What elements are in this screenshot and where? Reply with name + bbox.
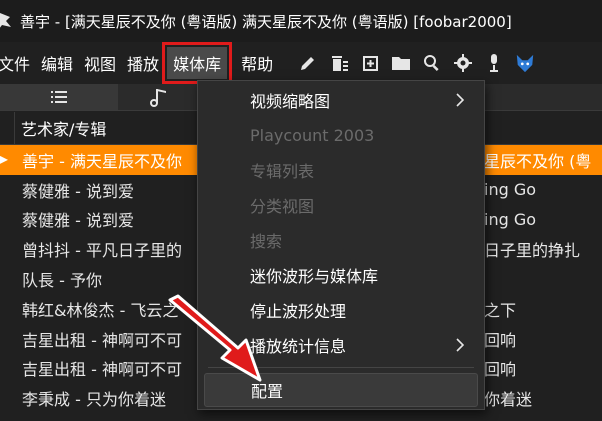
menu-playback[interactable]: 播放 [127, 51, 159, 75]
menu-item-video-thumbnails[interactable]: 视频缩略图 [198, 83, 484, 117]
menu-bar: 文件 编辑 视图 播放 媒体库 帮助 [0, 42, 602, 84]
column-divider [14, 112, 15, 144]
menu-item-play-statistics[interactable]: 播放统计信息 [198, 328, 484, 362]
title-bar: 善宇 - [满天星辰不及你 (粤语版) 满天星辰不及你 (粤语版) [fooba… [0, 0, 602, 42]
row-artist-title: 吉星出租 - 神啊可不可 [22, 330, 182, 350]
menu-item-mini-waveform[interactable]: 迷你波形与媒体库 [198, 258, 484, 292]
now-playing-marker-icon [0, 155, 8, 164]
foobar-app-icon[interactable] [0, 11, 14, 31]
library-dropdown-menu: 视频缩略图 Playcount 2003 专辑列表 分类视图 搜索 迷你波形与媒… [197, 80, 485, 410]
music-note-icon [150, 89, 166, 107]
menu-help[interactable]: 帮助 [241, 51, 273, 75]
row-album: 你着迷 [484, 390, 533, 410]
menu-separator [208, 367, 474, 368]
list-icon [51, 91, 67, 103]
row-album: 回响 [484, 360, 517, 380]
tab-list-view[interactable] [0, 84, 118, 110]
menu-item-album-list: 专辑列表 [250, 162, 315, 181]
row-artist-title: 吉星出租 - 神啊可不可 [22, 360, 182, 380]
row-artist-title: 蔡健雅 - 说到爱 [22, 181, 134, 201]
row-artist-title: 善宇 - 满天星辰不及你 [22, 151, 182, 171]
row-album: ing Go [484, 209, 537, 229]
row-artist-title: 曾抖抖 - 平凡日子里的 [22, 241, 182, 261]
menu-file[interactable]: 文件 [0, 51, 30, 75]
menu-item-search: 搜索 [250, 232, 283, 251]
tab-music-view[interactable] [120, 84, 200, 110]
microphone-icon[interactable] [484, 53, 504, 73]
folder-icon[interactable] [391, 53, 411, 73]
row-artist-title: 李秉成 - 只为你着迷 [22, 390, 166, 410]
menu-edit[interactable]: 编辑 [41, 51, 73, 75]
row-artist-title: 韩红&林俊杰 - 飞云之 [22, 300, 179, 320]
chevron-right-icon [456, 92, 465, 111]
menu-item-configure[interactable]: 配置 [204, 373, 478, 407]
pencil-icon[interactable] [298, 53, 318, 73]
add-icon[interactable] [360, 53, 380, 73]
gear-icon[interactable] [453, 53, 473, 73]
toolbar [298, 53, 546, 73]
row-album: 之下 [484, 300, 517, 320]
window-title: 善宇 - [满天星辰不及你 (粤语版) 满天星辰不及你 (粤语版) [fooba… [20, 12, 512, 31]
chevron-right-icon [456, 337, 465, 356]
artist-album-column-label: 艺术家/专辑 [21, 120, 107, 139]
row-album: ing Go [484, 180, 537, 200]
fox-icon[interactable] [515, 53, 535, 73]
menu-item-stop-waveform[interactable]: 停止波形处理 [198, 293, 484, 327]
row-artist-title: 队長 - 予你 [22, 271, 102, 291]
menu-item-category-view: 分类视图 [250, 197, 315, 216]
menu-view[interactable]: 视图 [84, 51, 116, 75]
search-icon[interactable] [422, 53, 442, 73]
menu-library[interactable]: 媒体库 [162, 42, 233, 84]
row-album: 回响 [484, 330, 517, 350]
menu-item-playcount: Playcount 2003 [250, 125, 375, 145]
row-album: 星辰不及你 (粤 [484, 151, 592, 171]
row-artist-title: 蔡健雅 - 说到爱 [22, 211, 134, 231]
row-album: 日子里的挣扎 [484, 241, 581, 261]
trash-icon[interactable] [329, 53, 349, 73]
